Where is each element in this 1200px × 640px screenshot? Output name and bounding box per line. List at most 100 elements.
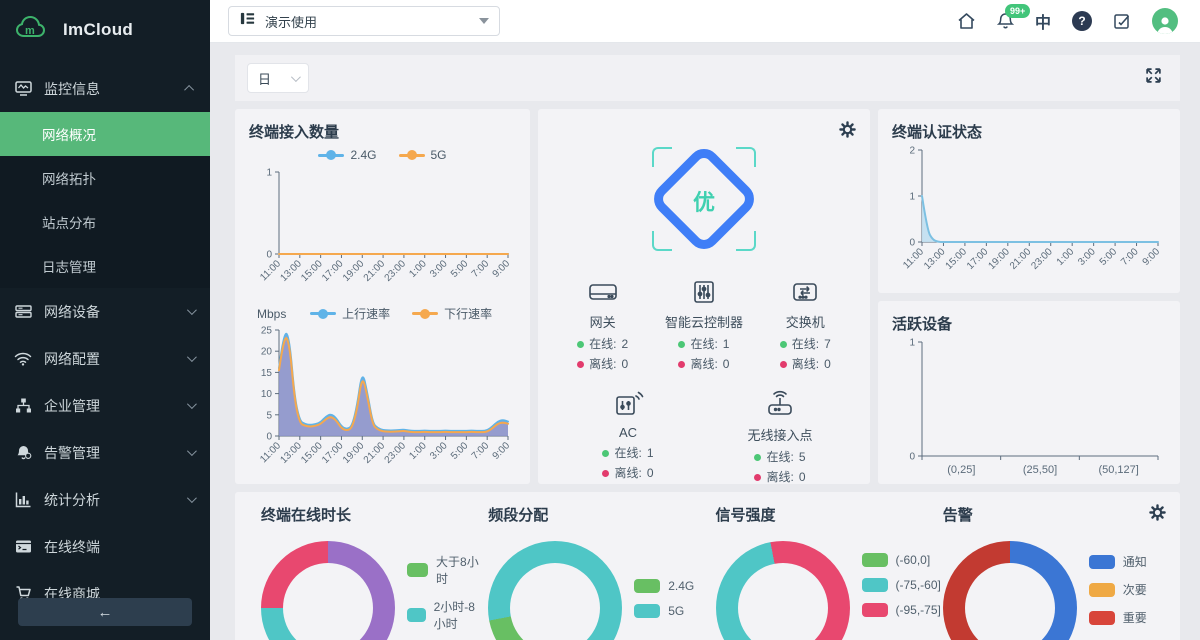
card-title: 信号强度: [716, 504, 935, 525]
svg-text:5:00: 5:00: [449, 440, 471, 462]
band-allocation-donut: [488, 541, 622, 640]
svg-text:21:00: 21:00: [362, 440, 388, 466]
gear-icon[interactable]: [839, 121, 856, 143]
user-avatar[interactable]: [1152, 8, 1178, 34]
terminal-access-chart: 0111:0013:0015:0017:0019:0021:0023:001:0…: [249, 164, 516, 301]
sidebar-item-online-terminals[interactable]: 在线终端: [0, 523, 210, 570]
bracket-corner: [652, 231, 672, 251]
svg-text:23:00: 23:00: [383, 440, 409, 466]
svg-text:0: 0: [909, 452, 915, 463]
sidebar-item-network-config[interactable]: 网络配置: [0, 335, 210, 382]
unit-label: Mbps: [257, 307, 286, 321]
help-icon[interactable]: ?: [1072, 11, 1092, 31]
svg-text:3:00: 3:00: [428, 440, 450, 462]
sidebar-subitem-site-distribution[interactable]: 站点分布: [0, 200, 210, 244]
donut-legend: 通知 次要 重要: [1089, 553, 1147, 640]
donuts-card: 终端在线时长 大于8小时 2小时-8小时 30分钟-2小时 频段分配: [235, 492, 1180, 640]
svg-text:15:00: 15:00: [944, 246, 970, 272]
gear-icon[interactable]: [1149, 504, 1166, 526]
device-status-grid: 网关 在线:2 离线:0 智能云控制器 在线:1 离线:0: [552, 275, 856, 501]
app-logo: m ImCloud: [0, 0, 210, 65]
signal-strength-section: 信号强度 (-60,0] (-75,-60] (-95,-75]: [708, 504, 935, 640]
legend-item[interactable]: 2.4G: [318, 148, 376, 162]
svg-text:1: 1: [266, 168, 272, 179]
right-column: 终端认证状态 01211:0013:0015:0017:0019:0021:00…: [878, 109, 1180, 484]
legend-marker: [310, 309, 336, 319]
app-root: m ImCloud 监控信息 网络概况 网络拓扑 站点分布 日志管理: [0, 0, 1200, 640]
svg-text:10: 10: [261, 389, 273, 400]
sidebar-item-network-devices[interactable]: 网络设备: [0, 288, 210, 335]
legend-marker: [399, 150, 425, 160]
fullscreen-expand-icon[interactable]: [1145, 67, 1162, 89]
online-dot: [678, 341, 685, 348]
home-icon[interactable]: [957, 12, 976, 30]
svg-text:5:00: 5:00: [1098, 246, 1120, 268]
card-title: 频段分配: [488, 504, 707, 525]
svg-text:3:00: 3:00: [428, 258, 450, 280]
svg-text:17:00: 17:00: [320, 440, 346, 466]
svg-text:1:00: 1:00: [407, 258, 429, 280]
offline-dot: [754, 474, 761, 481]
svg-text:21:00: 21:00: [362, 258, 388, 284]
sidebar-item-label: 在线终端: [44, 537, 194, 557]
dashboard-content: 日 终端接入数量: [210, 43, 1200, 640]
notifications-bell-icon[interactable]: 99+: [997, 12, 1014, 30]
svg-text:0: 0: [909, 238, 915, 249]
device-status-switch: 交换机 在线:7 离线:0: [755, 275, 856, 374]
sidebar-item-statistics[interactable]: 统计分析: [0, 476, 210, 523]
sidebar: m ImCloud 监控信息 网络概况 网络拓扑 站点分布 日志管理: [0, 0, 210, 640]
svg-text:15:00: 15:00: [299, 258, 325, 284]
edit-form-icon[interactable]: [1113, 12, 1131, 30]
chevron-down-icon: [187, 446, 197, 456]
sidebar-submenu: 网络概况 网络拓扑 站点分布 日志管理: [0, 112, 210, 288]
svg-text:11:00: 11:00: [901, 246, 926, 271]
card-title: 终端在线时长: [261, 504, 480, 525]
svg-text:23:00: 23:00: [383, 258, 409, 284]
caret-down-icon: [479, 18, 489, 24]
period-select[interactable]: 日: [247, 63, 309, 93]
chevron-down-icon: [187, 493, 197, 503]
svg-text:13:00: 13:00: [278, 258, 304, 284]
svg-text:21:00: 21:00: [1008, 246, 1034, 272]
cloud-logo-icon: m: [12, 12, 54, 47]
sidebar-item-monitor-info[interactable]: 监控信息: [0, 65, 210, 112]
site-select[interactable]: 演示使用: [228, 6, 500, 36]
svg-text:19:00: 19:00: [986, 246, 1012, 272]
legend-item[interactable]: 5G: [399, 148, 447, 162]
sidebar-item-enterprise-mgmt[interactable]: 企业管理: [0, 382, 210, 429]
bracket-corner: [736, 147, 756, 167]
svg-text:11:00: 11:00: [258, 258, 283, 283]
svg-text:0: 0: [266, 250, 272, 261]
svg-text:17:00: 17:00: [320, 258, 346, 284]
legend-item[interactable]: 上行速率: [310, 305, 390, 322]
period-select-value: 日: [258, 69, 271, 88]
device-status-cloud-controller: 智能云控制器 在线:1 离线:0: [653, 275, 754, 374]
signal-strength-donut: [716, 541, 850, 640]
svg-text:3:00: 3:00: [1076, 246, 1098, 268]
svg-text:(50,127]: (50,127]: [1098, 464, 1138, 476]
sidebar-item-label: 网络配置: [44, 349, 187, 369]
online-dot: [577, 341, 584, 348]
chevron-down-icon: [291, 72, 301, 82]
legend-item[interactable]: 下行速率: [412, 305, 492, 322]
alarm-section: 告警 通知 次要 重要: [935, 504, 1162, 640]
site-list-icon: [239, 10, 256, 32]
card-title: 活跃设备: [892, 313, 1166, 334]
alarm-donut: [943, 541, 1077, 640]
sidebar-subitem-network-overview[interactable]: 网络概况: [0, 112, 210, 156]
svg-text:(0,25]: (0,25]: [947, 464, 975, 476]
notification-badge: 99+: [1005, 4, 1030, 18]
donut-legend: (-60,0] (-75,-60] (-95,-75]: [862, 553, 941, 640]
svg-text:2: 2: [909, 146, 915, 157]
sidebar-collapse-button[interactable]: ←: [18, 598, 192, 626]
sidebar-item-alarm-mgmt[interactable]: 告警管理: [0, 429, 210, 476]
device-status-wireless-ap: 无线接入点 在线:5 离线:0: [704, 388, 856, 487]
rate-chart-legend: 上行速率 下行速率: [286, 305, 516, 322]
svg-text:9:00: 9:00: [491, 258, 513, 280]
donut-legend: 2.4G 5G: [634, 579, 694, 640]
rate-chart-header: Mbps 上行速率 下行速率: [249, 305, 516, 322]
sidebar-subitem-log-management[interactable]: 日志管理: [0, 244, 210, 288]
terminal-access-card: 终端接入数量 2.4G 5G 0111:0013:0015:0017:0019:…: [235, 109, 530, 484]
sidebar-subitem-network-topology[interactable]: 网络拓扑: [0, 156, 210, 200]
language-toggle[interactable]: 中: [1035, 9, 1051, 33]
